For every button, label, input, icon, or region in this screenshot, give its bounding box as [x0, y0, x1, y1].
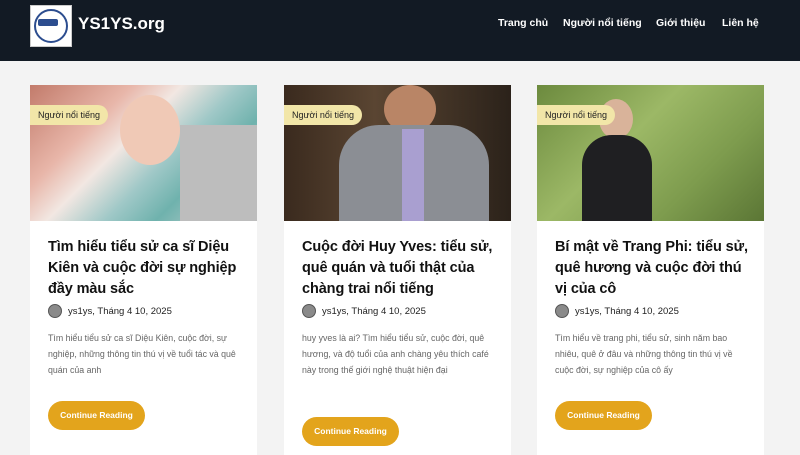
- post-title[interactable]: Cuộc đời Huy Yves: tiểu sử, quê quán và …: [302, 237, 498, 300]
- site-header: YS1YS.org Trang chủ Người nổi tiếng Giới…: [0, 0, 800, 61]
- author-avatar: [555, 304, 569, 318]
- category-badge[interactable]: Người nổi tiếng: [537, 105, 615, 125]
- logo-emblem-icon: [38, 19, 58, 26]
- author-date[interactable]: ys1ys, Tháng 4 10, 2025: [575, 306, 679, 317]
- category-badge[interactable]: Người nổi tiếng: [30, 105, 108, 125]
- nav-contact[interactable]: Liên hệ: [722, 17, 759, 29]
- logo-ring-icon: [34, 9, 68, 43]
- site-logo[interactable]: [30, 5, 72, 47]
- post-card: Người nổi tiếng Tìm hiểu tiểu sử ca sĩ D…: [30, 85, 257, 455]
- shirt-shape: [402, 129, 424, 221]
- nav-about[interactable]: Giới thiệu: [656, 17, 705, 29]
- post-title[interactable]: Tìm hiểu tiểu sử ca sĩ Diệu Kiên và cuộc…: [48, 237, 244, 300]
- nav-home[interactable]: Trang chủ: [498, 17, 548, 29]
- portrait-shape: [120, 95, 180, 165]
- post-excerpt: Tìm hiểu về trang phi, tiểu sử, sinh năm…: [555, 333, 733, 375]
- post-card: Người nổi tiếng Bí mật về Trang Phi: tiể…: [537, 85, 764, 455]
- jacket-shape: [582, 135, 652, 221]
- category-badge[interactable]: Người nổi tiếng: [284, 105, 362, 125]
- nav-celebrities[interactable]: Người nổi tiếng: [563, 17, 642, 29]
- post-title[interactable]: Bí mật về Trang Phi: tiểu sử, quê hương …: [555, 237, 751, 300]
- post-excerpt: Tìm hiểu tiểu sử ca sĩ Diệu Kiên, cuộc đ…: [48, 333, 236, 375]
- author-date[interactable]: ys1ys, Tháng 4 10, 2025: [322, 306, 426, 317]
- continue-reading-button[interactable]: Continue Reading: [555, 401, 652, 430]
- continue-reading-button[interactable]: Continue Reading: [48, 401, 145, 430]
- author-avatar: [302, 304, 316, 318]
- author-avatar: [48, 304, 62, 318]
- post-card: Người nổi tiếng Cuộc đời Huy Yves: tiểu …: [284, 85, 511, 455]
- post-excerpt: huy yves là ai? Tìm hiểu tiểu sử, cuộc đ…: [302, 333, 489, 375]
- continue-reading-button[interactable]: Continue Reading: [302, 417, 399, 446]
- author-date[interactable]: ys1ys, Tháng 4 10, 2025: [68, 306, 172, 317]
- pillow-shape: [180, 125, 257, 221]
- site-name[interactable]: YS1YS.org: [78, 14, 165, 34]
